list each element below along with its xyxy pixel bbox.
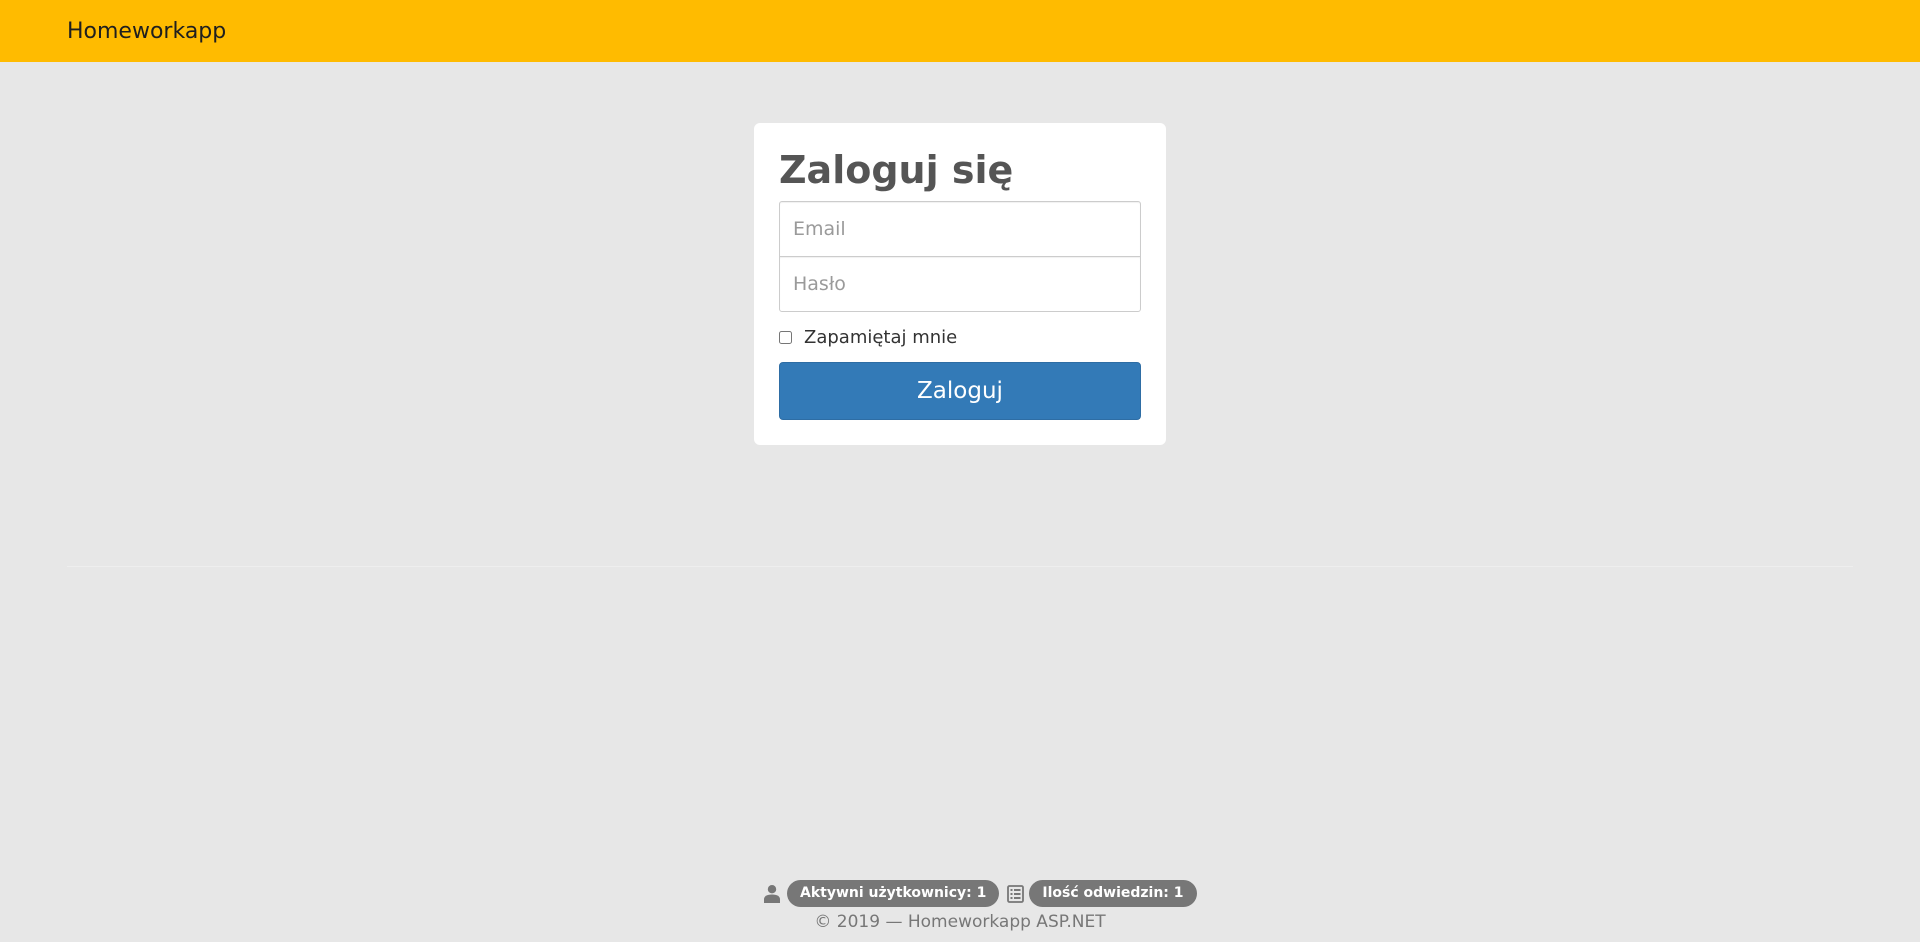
login-panel: Zaloguj się Zapamiętaj mnie Zaloguj (754, 123, 1166, 445)
top-navbar: Homeworkapp (0, 0, 1920, 62)
login-title: Zaloguj się (779, 148, 1014, 192)
email-field[interactable] (779, 201, 1141, 257)
remember-me-checkbox[interactable] (779, 330, 792, 344)
remember-me-label[interactable]: Zapamiętaj mnie (804, 327, 957, 348)
user-icon (761, 883, 783, 905)
copyright-text: © 2019 — Homeworkapp ASP.NET (814, 912, 1106, 932)
brand-link[interactable]: Homeworkapp (67, 19, 226, 45)
password-field[interactable] (779, 256, 1141, 312)
footer-stats: Aktywni użytkownicy: 1 Ilość odwiedzin: … (761, 880, 1197, 907)
active-users-badge: Aktywni użytkownicy: 1 (787, 880, 1000, 907)
remember-me[interactable]: Zapamiętaj mnie (779, 325, 957, 349)
login-button[interactable]: Zaloguj (779, 362, 1141, 420)
list-alt-icon (1004, 883, 1026, 905)
footer-divider (67, 566, 1853, 567)
visits-badge: Ilość odwiedzin: 1 (1029, 880, 1197, 907)
